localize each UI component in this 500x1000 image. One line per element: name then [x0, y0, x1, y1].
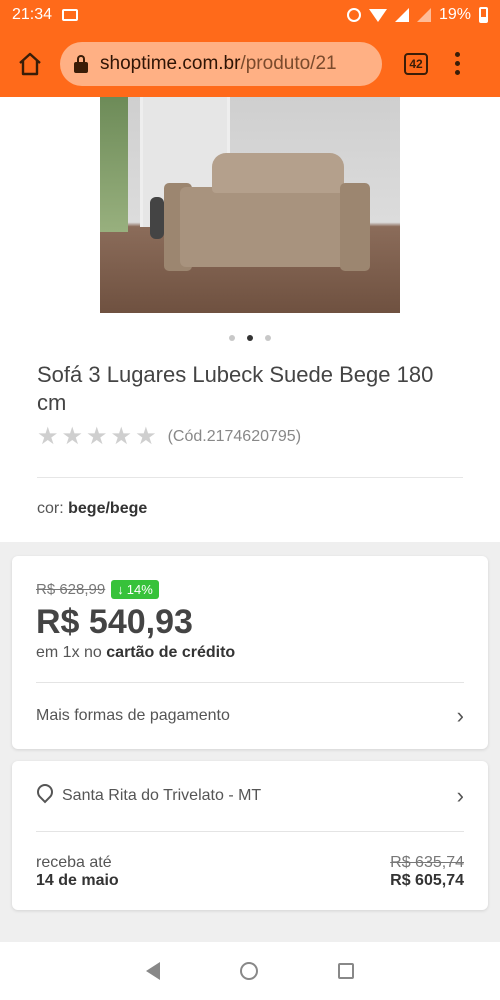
receive-date: 14 de maio: [36, 872, 119, 889]
arrow-down-icon: ↓: [117, 582, 124, 597]
price-card: R$ 628,99 ↓ 14% R$ 540,93 em 1x no cartã…: [12, 556, 488, 749]
signal-secondary-icon: [416, 8, 431, 22]
installment-prefix: em 1x no: [36, 644, 102, 661]
color-label: cor:: [37, 500, 64, 517]
star-icon: ★: [86, 423, 108, 450]
location-selector[interactable]: Santa Rita do Trivelato - MT ›: [33, 761, 464, 831]
current-price: R$ 540,93: [36, 603, 193, 641]
image-carousel-dots[interactable]: [0, 335, 500, 341]
color-value: bege/bege: [68, 500, 148, 517]
divider: [37, 477, 463, 478]
recent-apps-icon[interactable]: [338, 963, 354, 979]
tabs-button[interactable]: 42: [404, 52, 428, 75]
url-bar[interactable]: shoptime.com.br/produto/21: [60, 41, 382, 86]
color-selector[interactable]: cor: bege/bege: [37, 500, 463, 518]
installment-method: cartão de crédito: [106, 644, 236, 661]
installment-info: em 1x no cartão de crédito: [36, 644, 464, 662]
more-payment-label: Mais formas de pagamento: [36, 707, 230, 724]
product-code: (Cód.2174620795): [167, 428, 302, 445]
status-time: 21:34: [12, 6, 53, 23]
battery-percent: 19%: [438, 6, 471, 23]
alarm-icon: [346, 8, 361, 22]
product-title: Sofá 3 Lugares Lubeck Suede Bege 180 cm: [37, 362, 434, 415]
home-circle-icon[interactable]: [240, 962, 258, 980]
carousel-dot[interactable]: [247, 335, 253, 341]
discount-badge: ↓ 14%: [111, 580, 159, 599]
cast-icon: [62, 9, 79, 21]
url-domain: shoptime.com.br: [100, 52, 241, 74]
more-payment-options[interactable]: Mais formas de pagamento ›: [36, 683, 464, 749]
shipping-card: Santa Rita do Trivelato - MT › receba at…: [12, 761, 488, 910]
home-icon[interactable]: [12, 46, 48, 82]
discount-value: 14%: [126, 582, 153, 597]
rating-stars: ★ ★ ★ ★ ★: [37, 425, 160, 449]
lock-icon: [74, 54, 88, 73]
old-price: R$ 628,99: [36, 581, 106, 598]
signal-icon: [394, 8, 409, 22]
star-icon: ★: [37, 423, 59, 450]
carousel-dot[interactable]: [229, 335, 235, 341]
battery-icon: [479, 7, 488, 23]
shipping-old-price: R$ 635,74: [390, 854, 464, 871]
rating-row: ★ ★ ★ ★ ★ (Cód.2174620795): [37, 425, 500, 449]
chevron-right-icon: ›: [456, 783, 464, 808]
menu-icon[interactable]: [454, 52, 460, 75]
star-icon: ★: [61, 423, 84, 450]
url-path: /produto/21: [240, 52, 337, 74]
receive-label: receba até: [36, 854, 112, 871]
carousel-dot[interactable]: [265, 335, 271, 341]
location-text: Santa Rita do Trivelato - MT: [62, 787, 262, 804]
navigation-bar: [0, 942, 500, 1000]
star-icon: ★: [135, 423, 157, 450]
chevron-right-icon: ›: [456, 703, 464, 728]
back-icon[interactable]: [146, 962, 160, 980]
shipping-price: R$ 605,74: [390, 872, 464, 889]
status-bar: 21:34 19%: [0, 0, 500, 30]
page-content: Sofá 3 Lugares Lubeck Suede Bege 180 cm …: [0, 97, 500, 942]
star-icon: ★: [110, 423, 133, 450]
product-section: Sofá 3 Lugares Lubeck Suede Bege 180 cm …: [0, 97, 500, 542]
product-image[interactable]: [100, 97, 400, 313]
delivery-info: receba até 14 de maio R$ 635,74 R$ 605,7…: [36, 832, 464, 910]
wifi-icon: [368, 8, 387, 22]
browser-toolbar: shoptime.com.br/produto/21 42: [0, 30, 500, 97]
location-pin-icon: [33, 780, 57, 808]
